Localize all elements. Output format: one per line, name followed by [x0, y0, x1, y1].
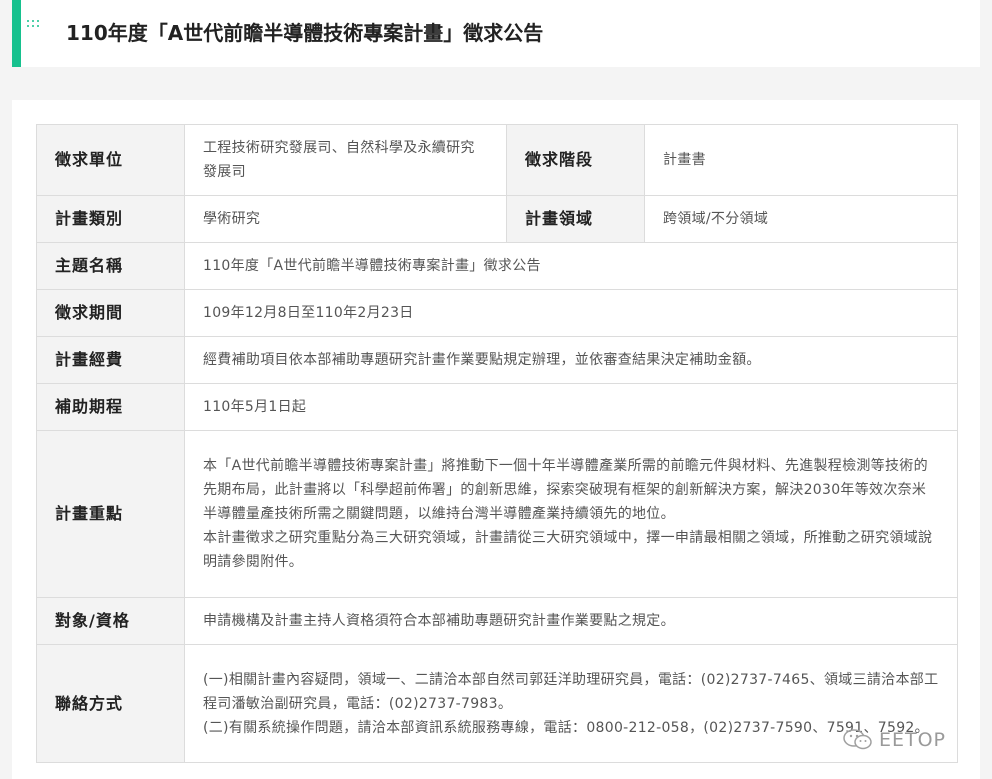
- table-row: 計畫類別 學術研究 計畫領域 跨領域/不分領域: [36, 195, 958, 243]
- category-value: 學術研究: [184, 195, 507, 243]
- contact-paragraph: (二)有關系統操作問題，請洽本部資訊系統服務專線，電話：0800-212-058…: [203, 719, 929, 736]
- stage-label: 徵求階段: [506, 124, 645, 196]
- table-row: 徵求單位 工程技術研究發展司、自然科學及永續研究發展司 徵求階段 計畫書: [36, 124, 958, 196]
- contact-paragraph: (一)相關計畫內容疑問，領域一、二請洽本部自然司郭廷洋助理研究員，電話：(02)…: [203, 671, 939, 712]
- focus-paragraph: 本「A世代前瞻半導體技術專案計畫」將推動下一個十年半導體產業所需的前瞻元件與材料…: [203, 458, 928, 522]
- topic-value: 110年度「A世代前瞻半導體技術專案計畫」徵求公告: [184, 242, 958, 290]
- topic-label: 主題名稱: [36, 242, 185, 290]
- table-row: 補助期程 110年5月1日起: [36, 383, 958, 431]
- table-row: 計畫經費 經費補助項目依本部補助專題研究計畫作業要點規定辦理，並依審查結果決定補…: [36, 336, 958, 384]
- period-value: 109年12月8日至110年2月23日: [184, 289, 958, 337]
- unit-value: 工程技術研究發展司、自然科學及永續研究發展司: [184, 124, 507, 196]
- budget-value: 經費補助項目依本部補助專題研究計畫作業要點規定辦理，並依審查結果決定補助金額。: [184, 336, 958, 384]
- period-label: 徵求期間: [36, 289, 185, 337]
- category-label: 計畫類別: [36, 195, 185, 243]
- accent-bar: [12, 0, 21, 67]
- announcement-card: 徵求單位 工程技術研究發展司、自然科學及永續研究發展司 徵求階段 計畫書 計畫類…: [12, 100, 980, 779]
- wechat-icon: [843, 729, 872, 750]
- term-value: 110年5月1日起: [184, 383, 958, 431]
- announcement-table: 徵求單位 工程技術研究發展司、自然科學及永續研究發展司 徵求階段 計畫書 計畫類…: [36, 124, 958, 763]
- table-row: 主題名稱 110年度「A世代前瞻半導體技術專案計畫」徵求公告: [36, 242, 958, 290]
- table-row: 對象/資格 申請機構及計畫主持人資格須符合本部補助專題研究計畫作業要點之規定。: [36, 597, 958, 645]
- contact-label: 聯絡方式: [36, 644, 185, 763]
- table-row: 計畫重點 本「A世代前瞻半導體技術專案計畫」將推動下一個十年半導體產業所需的前瞻…: [36, 430, 958, 598]
- page-title: 110年度「A世代前瞻半導體技術專案計畫」徵求公告: [66, 21, 544, 45]
- table-row: 聯絡方式 (一)相關計畫內容疑問，領域一、二請洽本部自然司郭廷洋助理研究員，電話…: [36, 644, 958, 763]
- table-row: 徵求期間 109年12月8日至110年2月23日: [36, 289, 958, 337]
- field-value: 跨領域/不分領域: [644, 195, 958, 243]
- eligibility-label: 對象/資格: [36, 597, 185, 645]
- eligibility-value: 申請機構及計畫主持人資格須符合本部補助專題研究計畫作業要點之規定。: [184, 597, 958, 645]
- focus-paragraph: 本計畫徵求之研究重點分為三大研究領域，計畫請從三大研究領域中，擇一申請最相關之領…: [203, 530, 933, 570]
- dots-grid-icon: [27, 20, 39, 27]
- page-header: 110年度「A世代前瞻半導體技術專案計畫」徵求公告: [12, 0, 980, 67]
- term-label: 補助期程: [36, 383, 185, 431]
- focus-value: 本「A世代前瞻半導體技術專案計畫」將推動下一個十年半導體產業所需的前瞻元件與材料…: [184, 430, 958, 598]
- contact-value: (一)相關計畫內容疑問，領域一、二請洽本部自然司郭廷洋助理研究員，電話：(02)…: [184, 644, 958, 763]
- watermark-text: EETOP: [878, 729, 946, 751]
- watermark: EETOP: [843, 729, 946, 751]
- focus-label: 計畫重點: [36, 430, 185, 598]
- stage-value: 計畫書: [644, 124, 958, 196]
- field-label: 計畫領域: [506, 195, 645, 243]
- unit-label: 徵求單位: [36, 124, 185, 196]
- budget-label: 計畫經費: [36, 336, 185, 384]
